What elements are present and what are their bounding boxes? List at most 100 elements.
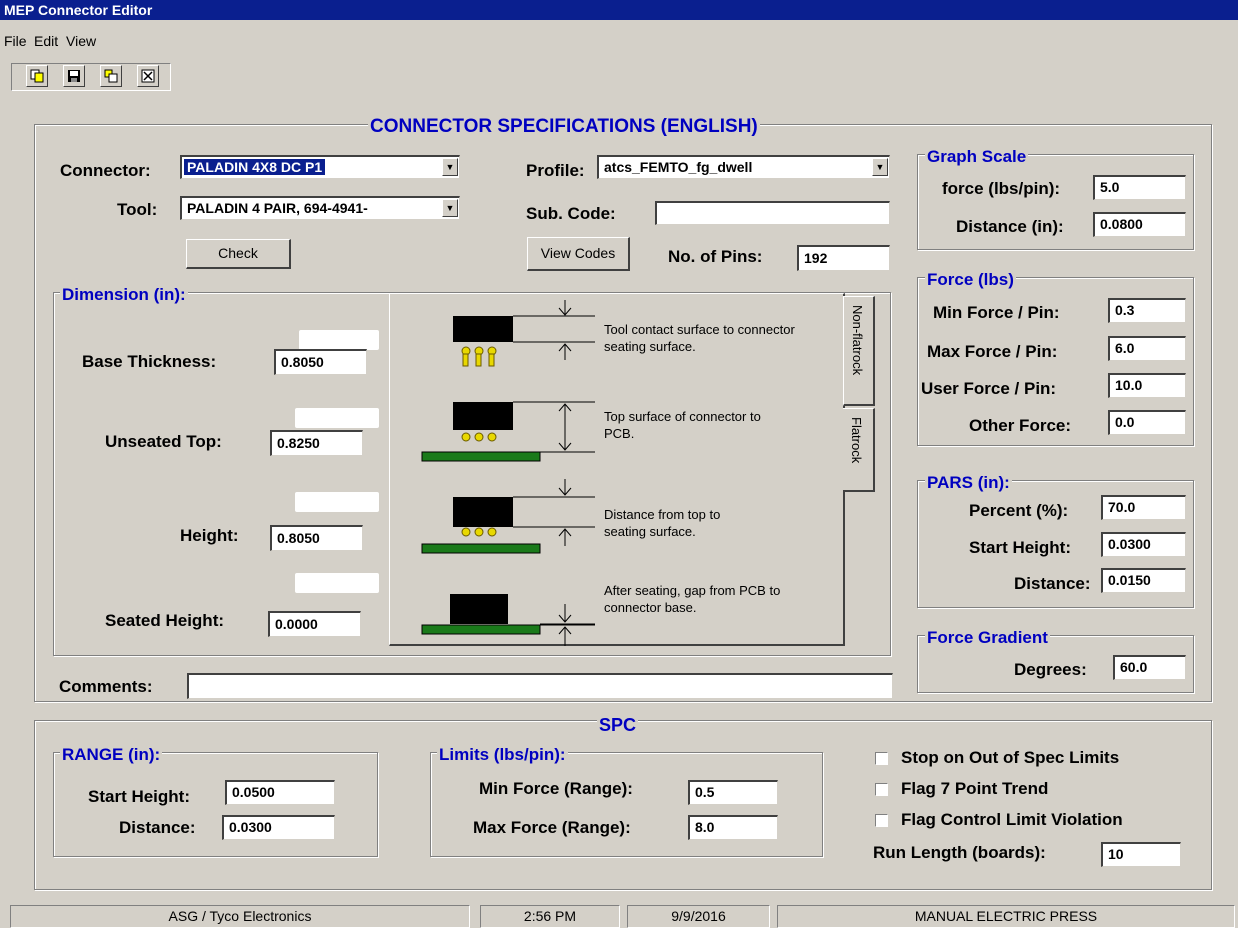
range-start-input[interactable]: 0.0500 bbox=[225, 780, 335, 805]
unseated-top-label: Unseated Top: bbox=[105, 432, 222, 451]
gradient-degrees-label: Degrees: bbox=[1014, 660, 1087, 679]
tab-flatrock[interactable]: Flatrock bbox=[843, 408, 875, 492]
window-title: MEP Connector Editor bbox=[0, 0, 1238, 20]
max-force-label: Max Force / Pin: bbox=[927, 342, 1058, 361]
subcode-input[interactable] bbox=[655, 201, 890, 225]
dimension-title: Dimension (in): bbox=[60, 285, 188, 304]
min-force-range-label: Min Force (Range): bbox=[479, 779, 633, 798]
close-button[interactable] bbox=[137, 65, 159, 87]
pars-start-label: Start Height: bbox=[969, 538, 1071, 557]
graph-distance-label: Distance (in): bbox=[956, 217, 1064, 236]
flag-control-limit-checkbox[interactable] bbox=[875, 814, 888, 827]
run-length-input[interactable]: 10 bbox=[1101, 842, 1181, 867]
tab-non-flatrock[interactable]: Non-flatrock bbox=[843, 296, 875, 406]
unseated-top-input[interactable]: 0.8250 bbox=[270, 430, 363, 456]
copy-button[interactable] bbox=[26, 65, 48, 87]
user-force-input[interactable]: 10.0 bbox=[1108, 373, 1186, 398]
height-input[interactable]: 0.8050 bbox=[270, 525, 363, 551]
max-force-input[interactable]: 6.0 bbox=[1108, 336, 1186, 361]
copy-icon bbox=[30, 69, 44, 83]
chevron-down-icon[interactable]: ▼ bbox=[872, 158, 888, 176]
graph-force-input[interactable]: 5.0 bbox=[1093, 175, 1186, 200]
run-length-label: Run Length (boards): bbox=[873, 843, 1046, 862]
tool-value: PALADIN 4 PAIR, 694-4941- bbox=[187, 200, 368, 216]
chevron-down-icon[interactable]: ▼ bbox=[442, 158, 458, 176]
seated-height-blank bbox=[295, 573, 379, 593]
tab-non-flatrock-label: Non-flatrock bbox=[850, 305, 865, 376]
max-force-range-input[interactable]: 8.0 bbox=[688, 815, 778, 840]
tab-flatrock-label: Flatrock bbox=[849, 417, 864, 464]
status-mode: MANUAL ELECTRIC PRESS bbox=[777, 905, 1235, 928]
limits-title: Limits (lbs/pin): bbox=[437, 745, 568, 764]
graph-force-label: force (lbs/pin): bbox=[942, 179, 1061, 198]
graph-scale-title: Graph Scale bbox=[925, 147, 1029, 166]
user-force-label: User Force / Pin: bbox=[921, 379, 1057, 398]
pins-input[interactable]: 192 bbox=[797, 245, 890, 271]
spc-title: SPC bbox=[597, 715, 639, 735]
check-button[interactable]: Check bbox=[186, 239, 291, 269]
range-distance-input[interactable]: 0.0300 bbox=[222, 815, 335, 840]
min-force-range-input[interactable]: 0.5 bbox=[688, 780, 778, 805]
flag-7-point-label: Flag 7 Point Trend bbox=[901, 779, 1049, 798]
max-force-range-label: Max Force (Range): bbox=[473, 818, 631, 837]
connector-value: PALADIN 4X8 DC P1 bbox=[184, 159, 326, 175]
diagram-text-1: Tool contact surface to connector seatin… bbox=[604, 322, 795, 354]
other-force-label: Other Force: bbox=[969, 416, 1072, 435]
dimension-diagram: Tool contact surface to connector seatin… bbox=[389, 293, 845, 646]
flag-control-limit-label: Flag Control Limit Violation bbox=[901, 810, 1123, 829]
close-icon bbox=[141, 69, 155, 83]
pars-distance-input[interactable]: 0.0150 bbox=[1101, 568, 1186, 593]
pars-distance-label: Distance: bbox=[1014, 574, 1091, 593]
save-button[interactable] bbox=[63, 65, 85, 87]
subcode-label: Sub. Code: bbox=[526, 204, 616, 223]
diagram-text-4: After seating, gap from PCB to connector… bbox=[604, 583, 781, 615]
tool-select[interactable]: PALADIN 4 PAIR, 694-4941- ▼ bbox=[180, 196, 460, 220]
other-force-input[interactable]: 0.0 bbox=[1108, 410, 1186, 435]
pins-label: No. of Pins: bbox=[668, 247, 763, 266]
profile-select[interactable]: atcs_FEMTO_fg_dwell ▼ bbox=[597, 155, 890, 179]
height-blank bbox=[295, 492, 379, 512]
paste-icon bbox=[104, 69, 118, 83]
min-force-label: Min Force / Pin: bbox=[933, 303, 1060, 322]
main-title: CONNECTOR SPECIFICATIONS (ENGLISH) bbox=[368, 116, 760, 137]
base-thickness-blank bbox=[299, 330, 379, 350]
min-force-input[interactable]: 0.3 bbox=[1108, 298, 1186, 323]
graph-distance-input[interactable]: 0.0800 bbox=[1093, 212, 1186, 237]
pars-percent-input[interactable]: 70.0 bbox=[1101, 495, 1186, 520]
diagram-unseated-top bbox=[421, 401, 595, 462]
pars-title: PARS (in): bbox=[925, 473, 1012, 492]
save-icon bbox=[68, 70, 80, 82]
comments-input[interactable] bbox=[187, 673, 893, 699]
connector-select[interactable]: PALADIN 4X8 DC P1 ▼ bbox=[180, 155, 460, 179]
paste-button[interactable] bbox=[100, 65, 122, 87]
stop-out-of-spec-checkbox[interactable] bbox=[875, 752, 888, 765]
range-start-label: Start Height: bbox=[88, 787, 190, 806]
flag-7-point-checkbox[interactable] bbox=[875, 783, 888, 796]
profile-label: Profile: bbox=[526, 161, 585, 180]
menu-view[interactable]: View bbox=[66, 33, 96, 49]
diagram-height bbox=[421, 479, 595, 554]
stop-out-of-spec-label: Stop on Out of Spec Limits bbox=[901, 748, 1120, 767]
pars-start-input[interactable]: 0.0300 bbox=[1101, 532, 1186, 557]
menu-edit[interactable]: Edit bbox=[34, 33, 58, 49]
unseated-top-blank bbox=[295, 408, 379, 428]
force-gradient-title: Force Gradient bbox=[925, 628, 1050, 647]
base-thickness-input[interactable]: 0.8050 bbox=[274, 349, 367, 375]
menu-file[interactable]: File bbox=[4, 33, 27, 49]
range-distance-label: Distance: bbox=[119, 818, 196, 837]
status-company: ASG / Tyco Electronics bbox=[10, 905, 470, 928]
diagram-text-2: Top surface of connector to PCB. bbox=[604, 409, 761, 441]
seated-height-input[interactable]: 0.0000 bbox=[268, 611, 361, 637]
base-thickness-label: Base Thickness: bbox=[82, 352, 217, 371]
pars-percent-label: Percent (%): bbox=[969, 501, 1069, 520]
status-time: 2:56 PM bbox=[480, 905, 620, 928]
seated-height-label: Seated Height: bbox=[105, 611, 225, 630]
diagram-base-thickness bbox=[453, 300, 595, 367]
chevron-down-icon[interactable]: ▼ bbox=[442, 199, 458, 217]
menu-bar: File Edit View bbox=[0, 33, 1238, 53]
view-codes-button[interactable]: View Codes bbox=[527, 237, 630, 271]
comments-label: Comments: bbox=[59, 677, 153, 696]
diagram-text-3: Distance from top to seating surface. bbox=[604, 507, 721, 539]
height-label: Height: bbox=[180, 526, 239, 545]
gradient-degrees-input[interactable]: 60.0 bbox=[1113, 655, 1186, 680]
